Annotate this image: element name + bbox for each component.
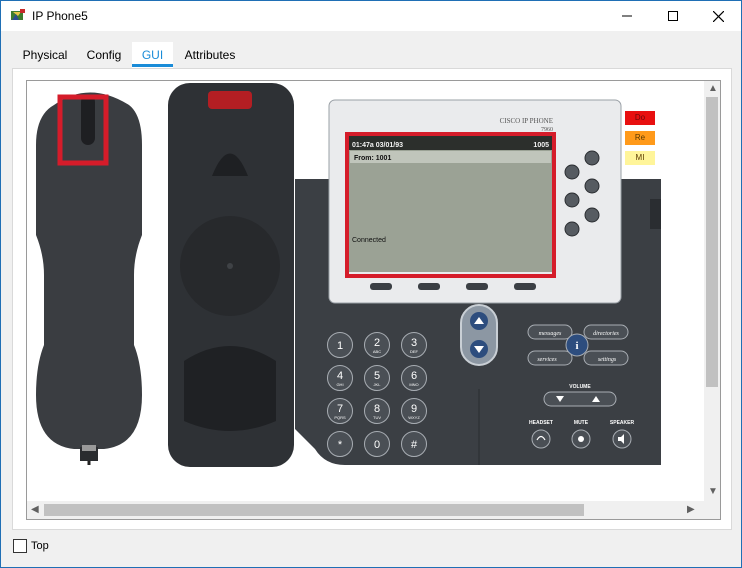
status-button-do[interactable]: Do — [625, 111, 655, 125]
scroll-right-icon[interactable]: ▶ — [687, 504, 695, 515]
top-checkbox[interactable] — [13, 539, 27, 553]
tab-config[interactable]: Config — [82, 42, 126, 68]
keypad-digit: 6 — [410, 370, 418, 382]
keypad-key-8[interactable]: 8 TUV — [364, 398, 390, 424]
brand-label: CISCO IP PHONE — [500, 117, 553, 125]
info-icon: i — [575, 340, 578, 352]
status-button-mi[interactable]: MI — [625, 151, 655, 165]
keypad-letters: GHI — [336, 382, 344, 387]
keypad-letters: DEF — [410, 349, 418, 354]
top-checkbox-label: Top — [31, 540, 49, 552]
maximize-icon — [668, 11, 678, 21]
line-button-6[interactable] — [564, 221, 580, 237]
keypad-letters: MNO — [409, 382, 419, 387]
vertical-scroll-thumb[interactable] — [706, 97, 718, 387]
close-icon — [712, 10, 724, 22]
keypad-digit: 7 — [336, 403, 344, 415]
line-button-1[interactable] — [584, 150, 600, 166]
keypad-digit: * — [337, 439, 343, 451]
services-label: services — [537, 357, 557, 363]
horizontal-scrollbar[interactable]: ◀ ▶ — [27, 501, 720, 519]
lcd-status: Connected — [352, 237, 386, 244]
keypad-key-9[interactable]: 9 WXYZ — [401, 398, 427, 424]
softkey-3[interactable] — [466, 283, 488, 290]
volume-rocker[interactable] — [543, 391, 617, 407]
messages-label: messages — [539, 331, 562, 337]
line-button-5[interactable] — [584, 207, 600, 223]
line-button-2[interactable] — [564, 164, 580, 180]
gui-panel: CISCO IP PHONE 7 9 6 0 01:47a 03/01/93 1005… — [12, 68, 732, 530]
softkey-4[interactable] — [514, 283, 536, 290]
phone-viewport: CISCO IP PHONE 7 9 6 0 01:47a 03/01/93 1005… — [26, 80, 721, 520]
title-bar: IP Phone5 — [1, 1, 741, 31]
headset-label: HEADSET — [529, 420, 553, 426]
softkey-2[interactable] — [418, 283, 440, 290]
volume-label: VOLUME — [569, 384, 591, 390]
headset-button[interactable] — [531, 429, 551, 449]
keypad-key-3[interactable]: 3 DEF — [401, 332, 427, 358]
packet-tracer-icon — [11, 9, 25, 20]
maximize-button[interactable] — [650, 1, 696, 31]
status-do-label: Do — [634, 113, 646, 122]
keypad-digit: 0 — [373, 439, 381, 451]
mute-icon — [578, 436, 584, 442]
keypad-key-2[interactable]: 2 ABC — [364, 332, 390, 358]
keypad-digit: 1 — [336, 340, 344, 352]
keypad-key-7[interactable]: 7 PQRS — [327, 398, 353, 424]
keypad-letters: ABC — [372, 349, 382, 354]
softkey-1[interactable] — [370, 283, 392, 290]
horizontal-scroll-thumb[interactable] — [44, 504, 584, 516]
vertical-scrollbar[interactable]: ▲ ▼ — [704, 81, 720, 501]
keypad-digit: 9 — [410, 403, 418, 415]
lcd-from: From: 1001 — [354, 155, 391, 162]
keypad-digit: 2 — [373, 337, 381, 349]
keypad-key-6[interactable]: 6 MNO — [401, 365, 427, 391]
lcd-time-date: 01:47a 03/01/93 — [352, 142, 403, 149]
keypad-key-0[interactable]: 0 — [364, 431, 390, 457]
tab-attributes[interactable]: Attributes — [176, 42, 244, 68]
ip-phone-window: IP Phone5 Physical Config GUI Attributes — [0, 0, 742, 568]
settings-label: settings — [598, 357, 617, 363]
directories-label: directories — [593, 331, 619, 337]
keypad-letters: TUV — [373, 415, 381, 420]
keypad-digit: # — [410, 439, 418, 451]
keypad-key-5[interactable]: 5 JKL — [364, 365, 390, 391]
scroll-down-icon[interactable]: ▼ — [708, 486, 718, 497]
status-re-label: Re — [634, 133, 646, 142]
keypad-key-star[interactable]: * — [327, 431, 353, 457]
keypad-digit: 3 — [410, 337, 418, 349]
keypad-key-1[interactable]: 1 — [327, 332, 353, 358]
keypad-key-pound[interactable]: # — [401, 431, 427, 457]
keypad: 1 2 ABC 3 DEF 4 GHI 5 JKL 6 MNO 7 PQRS 8 TUV 9 WXYZ * 0 # — [327, 332, 437, 462]
mute-label: MUTE — [574, 420, 589, 426]
status-mi-label: MI — [635, 153, 645, 162]
scroll-up-icon[interactable]: ▲ — [708, 83, 718, 94]
keypad-digit: 8 — [373, 403, 381, 415]
scroll-left-icon[interactable]: ◀ — [31, 504, 39, 515]
phone-cradle — [168, 83, 294, 467]
tab-physical[interactable]: Physical — [13, 42, 77, 68]
close-button[interactable] — [695, 1, 741, 31]
keypad-digit: 4 — [336, 370, 344, 382]
keypad-key-4[interactable]: 4 GHI — [327, 365, 353, 391]
active-tab-indicator — [132, 64, 173, 67]
status-button-re[interactable]: Re — [625, 131, 655, 145]
keypad-letters: PQRS — [334, 415, 346, 420]
line-button-3[interactable] — [584, 178, 600, 194]
keypad-letters: JKL — [373, 382, 381, 387]
keypad-digit: 5 — [373, 370, 381, 382]
handset[interactable] — [34, 85, 145, 465]
lcd-extension: 1005 — [533, 142, 549, 149]
keypad-letters: WXYZ — [408, 415, 420, 420]
minimize-icon — [622, 15, 632, 17]
line-button-4[interactable] — [564, 192, 580, 208]
speaker-label: SPEAKER — [610, 420, 635, 426]
window-title: IP Phone5 — [32, 9, 88, 23]
minimize-button[interactable] — [604, 1, 650, 31]
